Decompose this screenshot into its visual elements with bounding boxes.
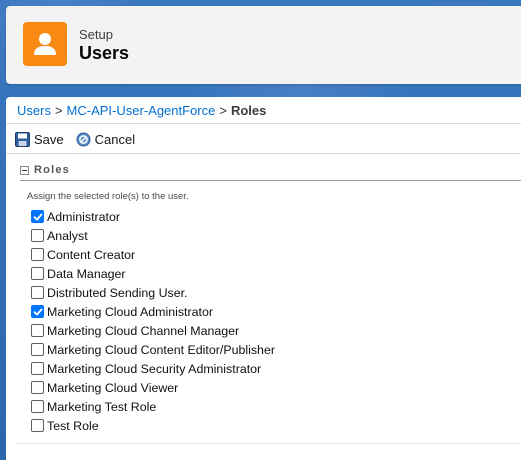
role-label[interactable]: Marketing Cloud Security Administrator bbox=[47, 362, 261, 376]
role-item[interactable]: Marketing Cloud Security Administrator bbox=[31, 359, 275, 378]
role-item[interactable]: Distributed Sending User. bbox=[31, 283, 275, 302]
role-label[interactable]: Marketing Cloud Viewer bbox=[47, 381, 178, 395]
role-checkbox[interactable] bbox=[31, 324, 44, 337]
breadcrumb: Users > MC-API-User-AgentForce > Roles bbox=[17, 103, 266, 118]
role-checkbox[interactable] bbox=[31, 381, 44, 394]
role-checkbox[interactable] bbox=[31, 362, 44, 375]
role-item[interactable]: Administrator bbox=[31, 207, 275, 226]
role-checkbox[interactable] bbox=[31, 267, 44, 280]
breadcrumb-link-users[interactable]: Users bbox=[17, 103, 51, 118]
user-icon bbox=[23, 22, 67, 66]
role-checkbox[interactable] bbox=[31, 400, 44, 413]
breadcrumb-link-user[interactable]: MC-API-User-AgentForce bbox=[67, 103, 216, 118]
role-label[interactable]: Test Role bbox=[47, 419, 99, 433]
cancel-button[interactable]: Cancel bbox=[76, 132, 135, 147]
role-checkbox[interactable] bbox=[31, 286, 44, 299]
role-label[interactable]: Marketing Cloud Content Editor/Publisher bbox=[47, 343, 275, 357]
role-label[interactable]: Distributed Sending User. bbox=[47, 286, 188, 300]
cancel-icon bbox=[76, 132, 91, 147]
breadcrumb-current: Roles bbox=[230, 103, 267, 118]
content-panel: Users > MC-API-User-AgentForce > Roles Save … bbox=[6, 97, 521, 460]
toolbar: Save Cancel bbox=[15, 132, 147, 147]
role-item[interactable]: Marketing Test Role bbox=[31, 397, 275, 416]
save-icon bbox=[15, 132, 30, 147]
save-label: Save bbox=[34, 132, 64, 147]
divider bbox=[6, 123, 521, 124]
role-label[interactable]: Content Creator bbox=[47, 248, 135, 262]
page-title: Users bbox=[79, 43, 130, 63]
role-list: Administrator Analyst Content Creator Data … bbox=[31, 207, 275, 435]
checkmark-icon bbox=[33, 308, 42, 315]
role-label[interactable]: Marketing Cloud Administrator bbox=[47, 305, 213, 319]
role-checkbox[interactable] bbox=[31, 343, 44, 356]
role-item[interactable]: Marketing Cloud Administrator bbox=[31, 302, 275, 321]
role-label[interactable]: Administrator bbox=[47, 210, 120, 224]
setup-header: Setup Users bbox=[6, 6, 521, 84]
divider bbox=[16, 443, 521, 444]
role-checkbox[interactable] bbox=[31, 248, 44, 261]
breadcrumb-separator: > bbox=[219, 103, 227, 118]
role-item[interactable]: Test Role bbox=[31, 416, 275, 435]
header-eyebrow: Setup bbox=[79, 27, 113, 42]
collapse-icon[interactable] bbox=[20, 166, 29, 175]
breadcrumb-separator: > bbox=[54, 103, 63, 118]
role-checkbox[interactable] bbox=[31, 419, 44, 432]
role-checkbox[interactable] bbox=[31, 210, 44, 223]
role-label[interactable]: Marketing Cloud Channel Manager bbox=[47, 324, 239, 338]
role-item[interactable]: Analyst bbox=[31, 226, 275, 245]
section-title: Roles bbox=[34, 164, 70, 176]
divider bbox=[6, 153, 521, 154]
roles-section-header[interactable]: Roles bbox=[20, 163, 521, 181]
role-label[interactable]: Data Manager bbox=[47, 267, 126, 281]
role-item[interactable]: Marketing Cloud Channel Manager bbox=[31, 321, 275, 340]
checkmark-icon bbox=[33, 213, 42, 220]
role-checkbox[interactable] bbox=[31, 305, 44, 318]
role-item[interactable]: Marketing Cloud Viewer bbox=[31, 378, 275, 397]
role-label[interactable]: Analyst bbox=[47, 229, 88, 243]
role-label[interactable]: Marketing Test Role bbox=[47, 400, 156, 414]
role-item[interactable]: Data Manager bbox=[31, 264, 275, 283]
save-button[interactable]: Save bbox=[15, 132, 64, 147]
instructions-text: Assign the selected role(s) to the user. bbox=[27, 191, 189, 202]
role-item[interactable]: Content Creator bbox=[31, 245, 275, 264]
role-item[interactable]: Marketing Cloud Content Editor/Publisher bbox=[31, 340, 275, 359]
cancel-label: Cancel bbox=[94, 132, 136, 147]
role-checkbox[interactable] bbox=[31, 229, 44, 242]
